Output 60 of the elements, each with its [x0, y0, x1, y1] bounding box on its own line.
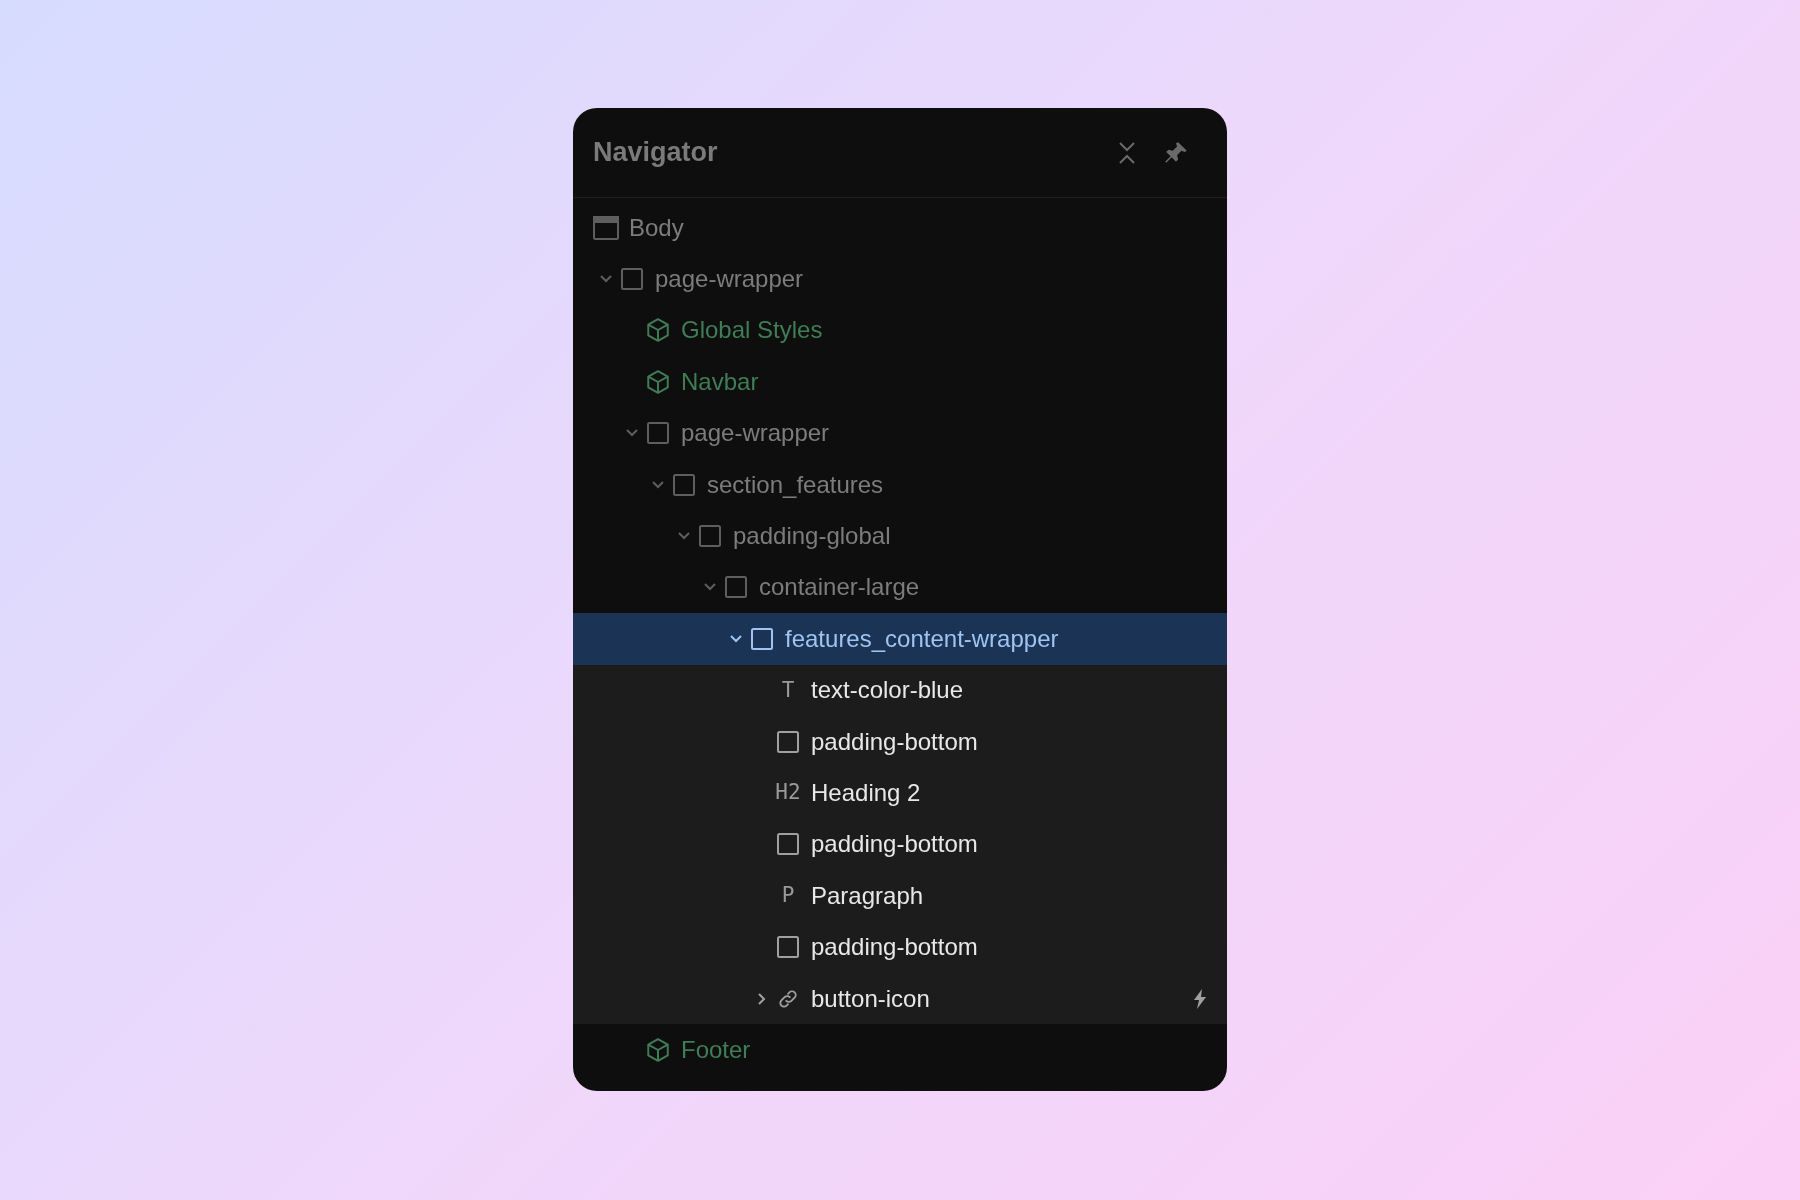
caret-down-icon[interactable] [625, 428, 639, 439]
box-icon [776, 832, 800, 857]
tag-label: P [781, 885, 795, 907]
tree-row[interactable]: page-wrapper [573, 253, 1227, 305]
caret-down-icon[interactable] [599, 274, 613, 285]
tree-row[interactable]: Body [573, 202, 1227, 254]
tag-label: H2 [775, 782, 801, 804]
tag-label: T [781, 679, 795, 701]
caret-down-icon[interactable] [703, 582, 717, 593]
cube-icon [645, 317, 671, 344]
caret-down-icon[interactable] [729, 633, 743, 644]
cube-icon [645, 368, 671, 395]
tree-row[interactable]: padding-global [573, 510, 1227, 562]
node-label: page-wrapper [681, 418, 830, 449]
link-icon [777, 987, 799, 1010]
tree-row[interactable]: Footer [573, 1024, 1227, 1076]
node-label: Global Styles [681, 315, 823, 346]
collapse-icon[interactable] [1117, 140, 1137, 165]
box-icon [724, 575, 748, 600]
tree-row[interactable]: T text-color-blue [573, 664, 1227, 716]
tree-row[interactable]: H2 Heading 2 [573, 767, 1227, 819]
node-label: container-large [759, 572, 920, 603]
box-icon [776, 729, 800, 754]
box-icon [750, 626, 774, 651]
node-label: Body [629, 212, 684, 243]
node-label: page-wrapper [655, 264, 804, 295]
tree-row[interactable]: padding-bottom [573, 921, 1227, 973]
node-label: Footer [681, 1034, 751, 1065]
node-label: Navbar [681, 366, 759, 397]
node-label: padding-bottom [811, 829, 978, 860]
node-label: Heading 2 [811, 778, 921, 808]
tree-row[interactable]: section_features [573, 458, 1227, 511]
tree-row[interactable]: P Paragraph [573, 870, 1227, 922]
tree-row[interactable]: padding-bottom [573, 715, 1227, 768]
selected-tree-row[interactable]: features_content-wrapper [573, 613, 1227, 665]
tree-row[interactable]: button-icon [573, 972, 1227, 1025]
box-icon [646, 421, 670, 446]
node-label: padding-bottom [811, 932, 978, 963]
caret-down-icon[interactable] [651, 479, 665, 490]
box-icon [776, 935, 800, 960]
node-label: section_features [707, 469, 884, 500]
caret-right-icon[interactable] [757, 991, 767, 1006]
node-label: Paragraph [811, 880, 924, 911]
panel-title: Navigator [593, 136, 718, 170]
box-icon [698, 524, 722, 549]
caret-down-icon[interactable] [677, 531, 691, 542]
window-icon [593, 215, 619, 240]
box-icon [620, 267, 644, 292]
node-label: button-icon [811, 983, 930, 1014]
cube-icon [645, 1036, 671, 1063]
tree-row[interactable]: Global Styles [573, 304, 1227, 357]
node-label: text-color-blue [811, 675, 964, 706]
tree-row[interactable]: page-wrapper [573, 407, 1227, 459]
tree-row[interactable]: Navbar [573, 356, 1227, 408]
node-label: features_content-wrapper [785, 623, 1059, 654]
node-label: padding-global [733, 521, 891, 552]
tree-row[interactable]: container-large [573, 561, 1227, 614]
node-label: padding-bottom [811, 726, 978, 757]
tree-row[interactable]: padding-bottom [573, 818, 1227, 871]
box-icon [672, 472, 696, 497]
